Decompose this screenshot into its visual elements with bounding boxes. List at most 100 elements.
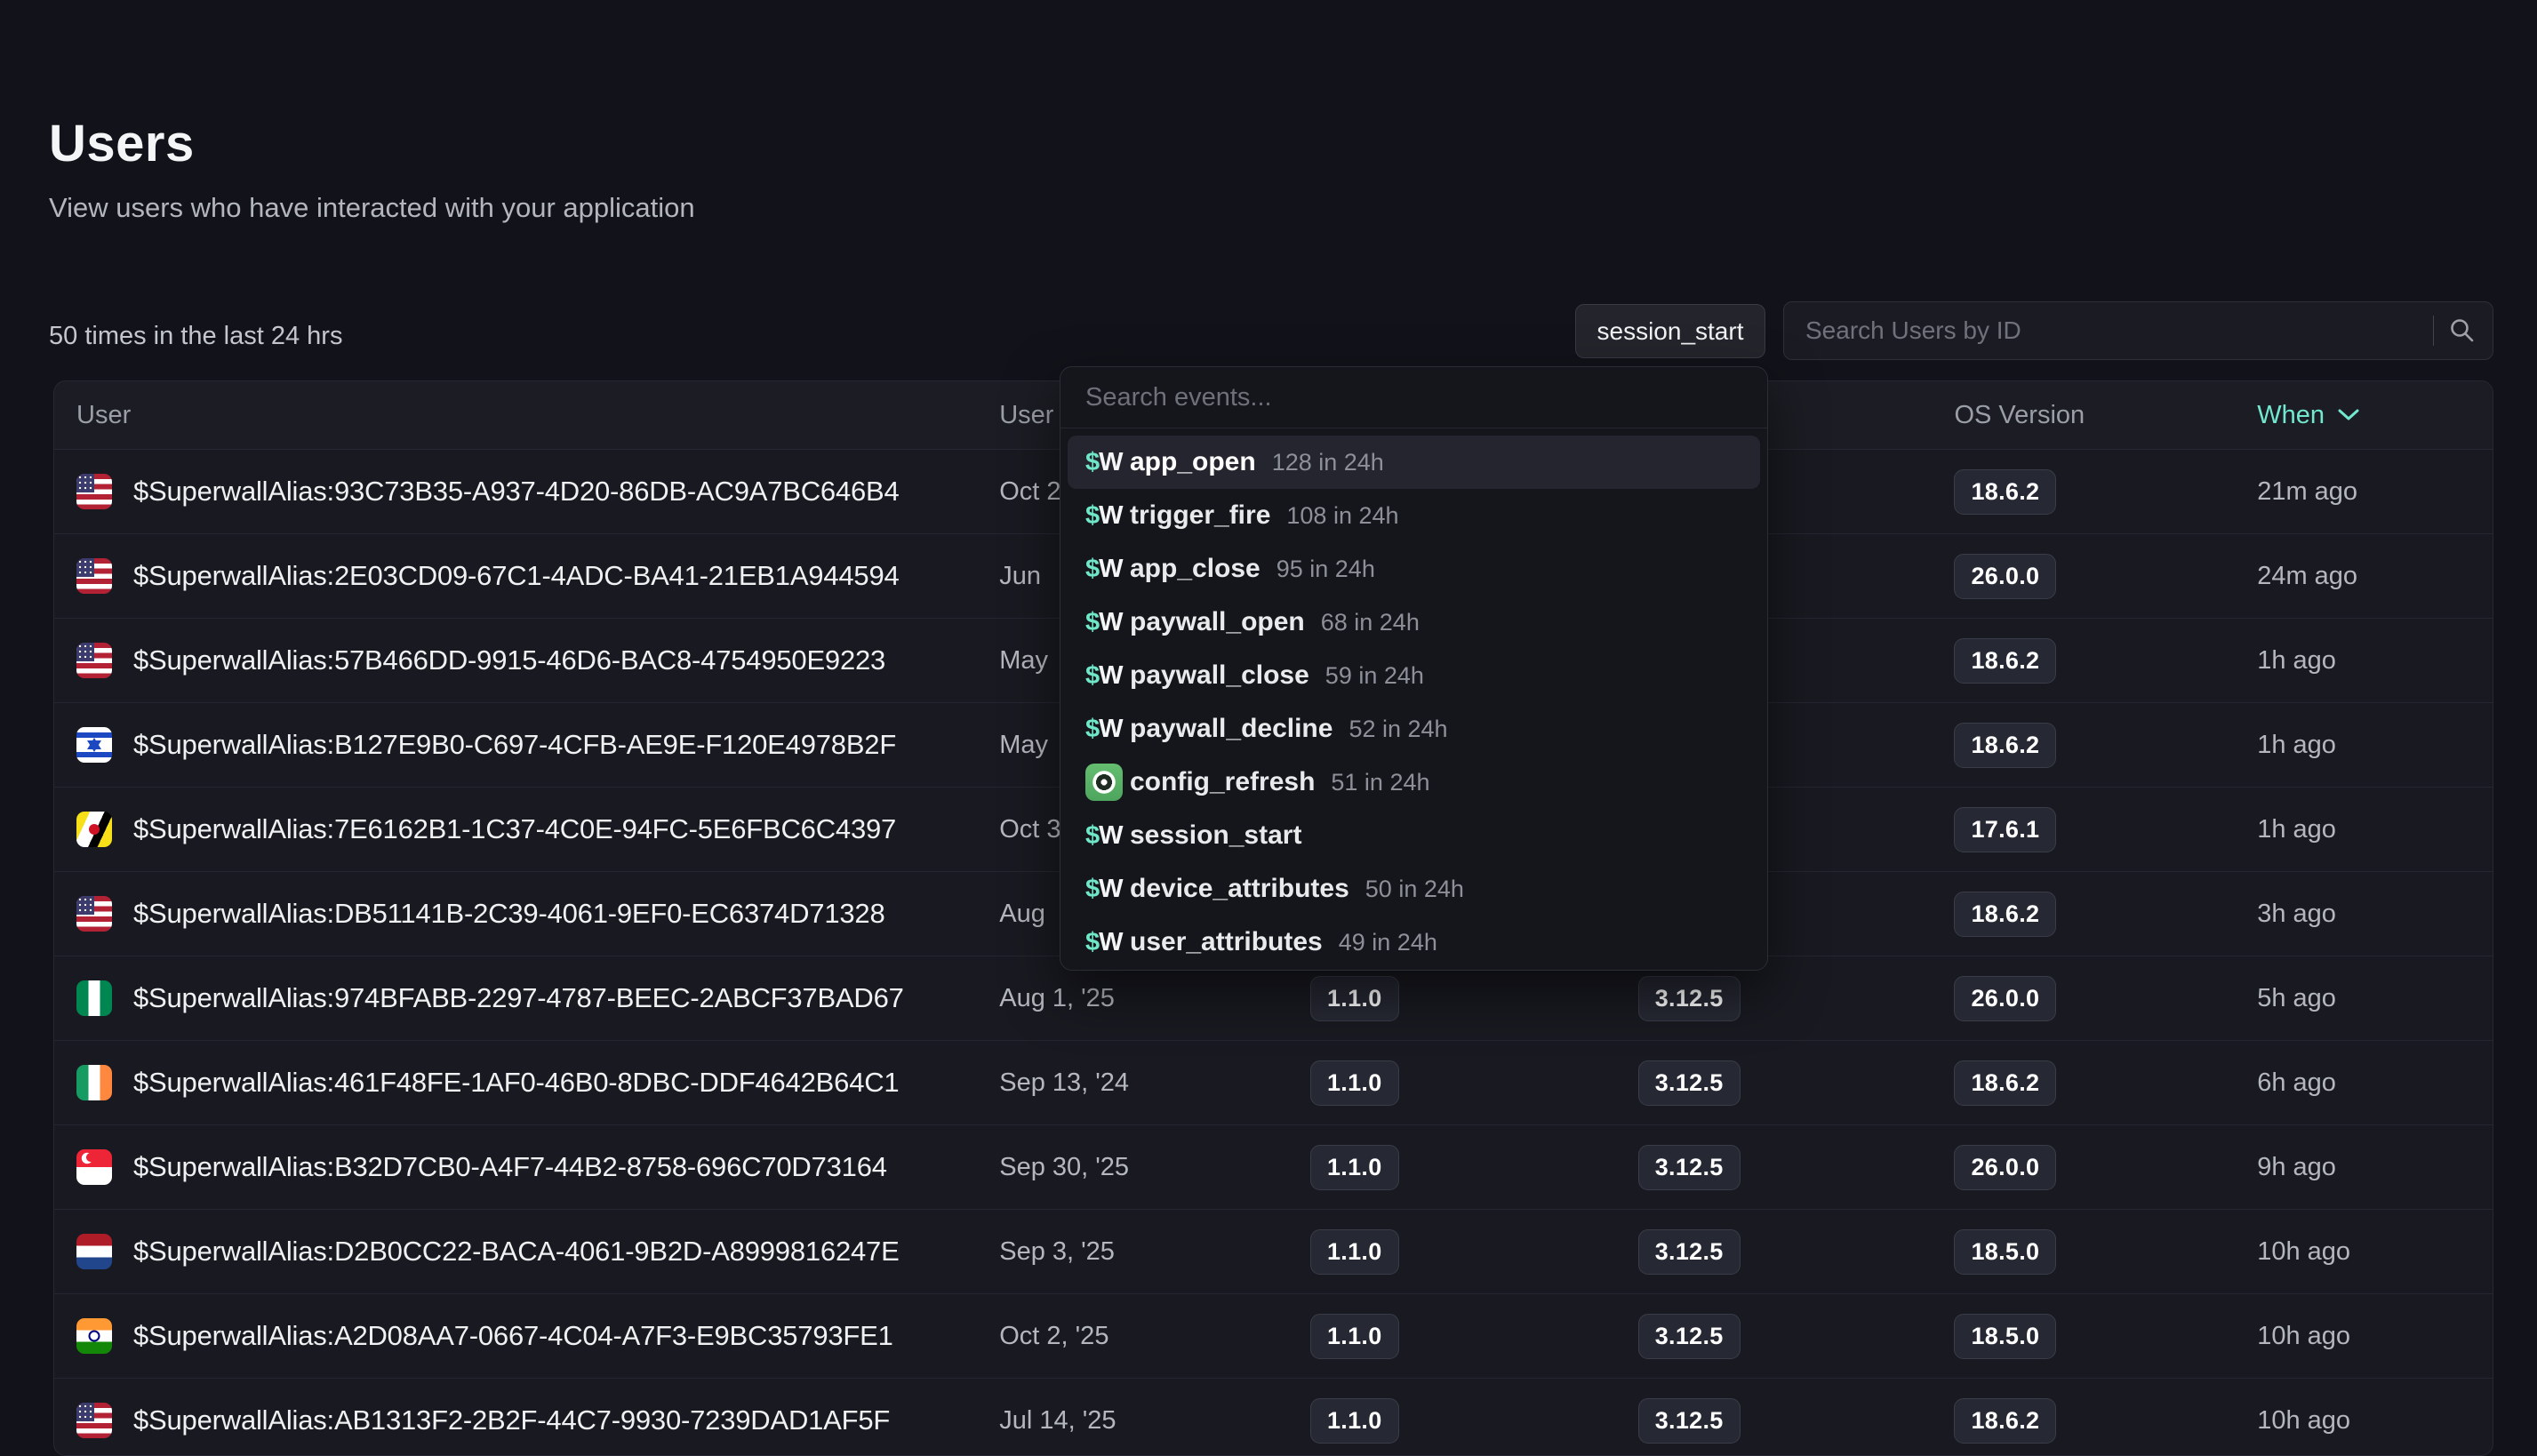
country-flag-icon: [76, 980, 112, 1016]
event-name: session_start: [1130, 820, 1301, 851]
table-row[interactable]: $SuperwallAlias:A2D08AA7-0667-4C04-A7F3-…: [54, 1293, 2493, 1378]
app-version-badge: 1.1.0: [1310, 1398, 1399, 1444]
last-seen-value: 1h ago: [2257, 815, 2493, 844]
os-version-badge: 18.5.0: [1954, 1229, 2056, 1275]
events-list: $W app_open 128 in 24h $W trigger_fire 1…: [1060, 428, 1767, 971]
last-seen-value: 1h ago: [2257, 731, 2493, 760]
user-id: $SuperwallAlias:AB1313F2-2B2F-44C7-9930-…: [133, 1404, 890, 1436]
event-option[interactable]: $W paywall_open 68 in 24h: [1068, 596, 1760, 649]
country-flag-icon: [76, 1234, 112, 1269]
column-header-os-version: OS Version: [1954, 401, 2257, 430]
user-id: $SuperwallAlias:57B466DD-9915-46D6-BAC8-…: [133, 644, 885, 676]
user-id: $SuperwallAlias:461F48FE-1AF0-46B0-8DBC-…: [133, 1067, 899, 1099]
last-seen-value: 6h ago: [2257, 1068, 2493, 1098]
last-seen-value: 21m ago: [2257, 477, 2493, 507]
superwall-event-icon: $W: [1085, 448, 1130, 477]
table-row[interactable]: $SuperwallAlias:461F48FE-1AF0-46B0-8DBC-…: [54, 1040, 2493, 1124]
table-row[interactable]: $SuperwallAlias:D2B0CC22-BACA-4061-9B2D-…: [54, 1209, 2493, 1293]
event-option[interactable]: $W app_open 128 in 24h: [1068, 436, 1760, 489]
os-version-badge: 26.0.0: [1954, 976, 2056, 1021]
superwall-event-icon: $W: [1085, 875, 1130, 904]
os-version-badge: 18.5.0: [1954, 1314, 2056, 1359]
event-option[interactable]: config_refresh 51 in 24h: [1068, 756, 1760, 809]
country-flag-icon: [76, 558, 112, 594]
event-name: app_open: [1130, 447, 1256, 477]
country-flag-icon: [76, 727, 112, 763]
event-name: paywall_open: [1130, 607, 1305, 637]
sdk-version-badge: 3.12.5: [1638, 1145, 1741, 1190]
user-id: $SuperwallAlias:B32D7CB0-A4F7-44B2-8758-…: [133, 1151, 887, 1183]
os-version-badge: 18.6.2: [1954, 638, 2056, 684]
event-count: 95 in 24h: [1277, 556, 1375, 583]
last-seen-value: 10h ago: [2257, 1406, 2493, 1436]
event-count-summary: 50 times in the last 24 hrs: [49, 322, 342, 351]
event-option[interactable]: $W paywall_close 59 in 24h: [1068, 649, 1760, 702]
event-name: paywall_close: [1130, 660, 1309, 691]
event-option[interactable]: $W trigger_fire 108 in 24h: [1068, 489, 1760, 542]
country-flag-icon: [76, 474, 112, 509]
events-search-placeholder: Search events...: [1085, 383, 1272, 412]
country-flag-icon: [76, 1149, 112, 1185]
app-version-badge: 1.1.0: [1310, 976, 1399, 1021]
events-search-input[interactable]: Search events...: [1060, 367, 1767, 428]
user-id: $SuperwallAlias:2E03CD09-67C1-4ADC-BA41-…: [133, 560, 900, 592]
os-version-badge: 26.0.0: [1954, 1145, 2056, 1190]
app-version-badge: 1.1.0: [1310, 1229, 1399, 1275]
country-flag-icon: [76, 812, 112, 847]
event-name: trigger_fire: [1130, 500, 1270, 531]
search-icon[interactable]: [2448, 316, 2477, 345]
superwall-event-icon: $W: [1085, 821, 1130, 851]
superwall-event-icon: $W: [1085, 501, 1130, 531]
os-version-badge: 18.6.2: [1954, 892, 2056, 937]
country-flag-icon: [76, 643, 112, 678]
user-id: $SuperwallAlias:DB51141B-2C39-4061-9EF0-…: [133, 898, 885, 930]
user-id: $SuperwallAlias:974BFABB-2297-4787-BEEC-…: [133, 982, 904, 1014]
country-flag-icon: [76, 1403, 112, 1438]
os-version-badge: 18.6.2: [1954, 1398, 2056, 1444]
user-since-value: Sep 13, '24: [999, 1068, 1310, 1098]
user-search-input[interactable]: Search Users by ID: [1783, 301, 2493, 360]
event-count: 51 in 24h: [1331, 769, 1429, 796]
country-flag-icon: [76, 1318, 112, 1354]
event-count: 49 in 24h: [1339, 929, 1437, 956]
event-name: app_close: [1130, 554, 1260, 584]
sdk-version-badge: 3.12.5: [1638, 1314, 1741, 1359]
last-seen-value: 24m ago: [2257, 562, 2493, 591]
user-since-value: Jul 14, '25: [999, 1406, 1310, 1436]
os-version-badge: 26.0.0: [1954, 554, 2056, 599]
event-option[interactable]: $W user_attributes 49 in 24h: [1068, 916, 1760, 969]
column-header-when[interactable]: When: [2257, 401, 2493, 430]
country-flag-icon: [76, 1065, 112, 1100]
event-name: config_refresh: [1130, 767, 1315, 797]
search-divider: [2433, 316, 2434, 346]
chevron-down-icon: [2337, 408, 2360, 422]
table-row[interactable]: $SuperwallAlias:B32D7CB0-A4F7-44B2-8758-…: [54, 1124, 2493, 1209]
user-id: $SuperwallAlias:7E6162B1-1C37-4C0E-94FC-…: [133, 813, 896, 845]
event-option[interactable]: $W app_close 95 in 24h: [1068, 542, 1760, 596]
column-header-user: User: [54, 401, 999, 430]
last-seen-value: 10h ago: [2257, 1237, 2493, 1267]
os-version-badge: 18.6.2: [1954, 723, 2056, 768]
event-name: device_attributes: [1130, 874, 1349, 904]
event-option[interactable]: $W device_attributes 50 in 24h: [1068, 862, 1760, 916]
event-filter-button[interactable]: session_start: [1575, 304, 1765, 358]
country-flag-icon: [76, 896, 112, 932]
when-label: When: [2257, 401, 2325, 430]
event-option[interactable]: $W session_start: [1068, 809, 1760, 862]
event-count: 59 in 24h: [1325, 662, 1424, 690]
superwall-event-icon: $W: [1085, 715, 1130, 744]
table-row[interactable]: $SuperwallAlias:AB1313F2-2B2F-44C7-9930-…: [54, 1378, 2493, 1456]
sdk-version-badge: 3.12.5: [1638, 1060, 1741, 1106]
last-seen-value: 3h ago: [2257, 900, 2493, 929]
page-subtitle: View users who have interacted with your…: [49, 192, 695, 224]
user-since-value: Sep 3, '25: [999, 1237, 1310, 1267]
superwall-event-icon: $W: [1085, 661, 1130, 691]
page-title: Users: [49, 114, 195, 173]
user-id: $SuperwallAlias:D2B0CC22-BACA-4061-9B2D-…: [133, 1236, 900, 1268]
user-id: $SuperwallAlias:A2D08AA7-0667-4C04-A7F3-…: [133, 1320, 893, 1352]
event-name: paywall_decline: [1130, 714, 1333, 744]
last-seen-value: 1h ago: [2257, 646, 2493, 676]
sdk-version-badge: 3.12.5: [1638, 976, 1741, 1021]
event-option[interactable]: $W paywall_decline 52 in 24h: [1068, 702, 1760, 756]
user-search-placeholder: Search Users by ID: [1805, 316, 2433, 345]
